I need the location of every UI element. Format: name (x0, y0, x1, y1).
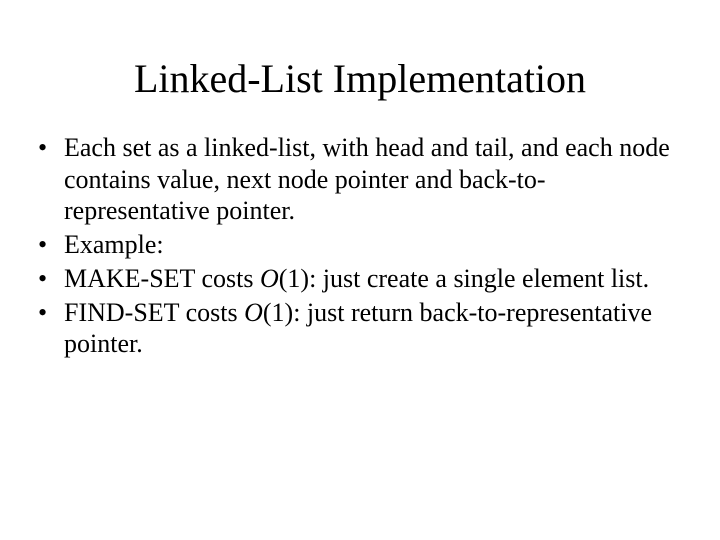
list-item: MAKE-SET costs O(1): just create a singl… (38, 263, 690, 295)
big-o-notation: O (260, 264, 279, 293)
bullet-text-post: (1): just create a single element list. (279, 264, 649, 293)
bullet-text: Each set as a linked-list, with head and… (64, 133, 670, 225)
bullet-list: Each set as a linked-list, with head and… (38, 132, 690, 360)
slide-title: Linked-List Implementation (30, 55, 690, 102)
bullet-text: Example: (64, 230, 164, 259)
big-o-notation: O (244, 298, 263, 327)
bullet-text-pre: FIND-SET costs (64, 298, 244, 327)
list-item: Each set as a linked-list, with head and… (38, 132, 690, 227)
slide: Linked-List Implementation Each set as a… (0, 0, 720, 540)
list-item: FIND-SET costs O(1): just return back-to… (38, 297, 690, 360)
list-item: Example: (38, 229, 690, 261)
bullet-text-pre: MAKE-SET costs (64, 264, 260, 293)
